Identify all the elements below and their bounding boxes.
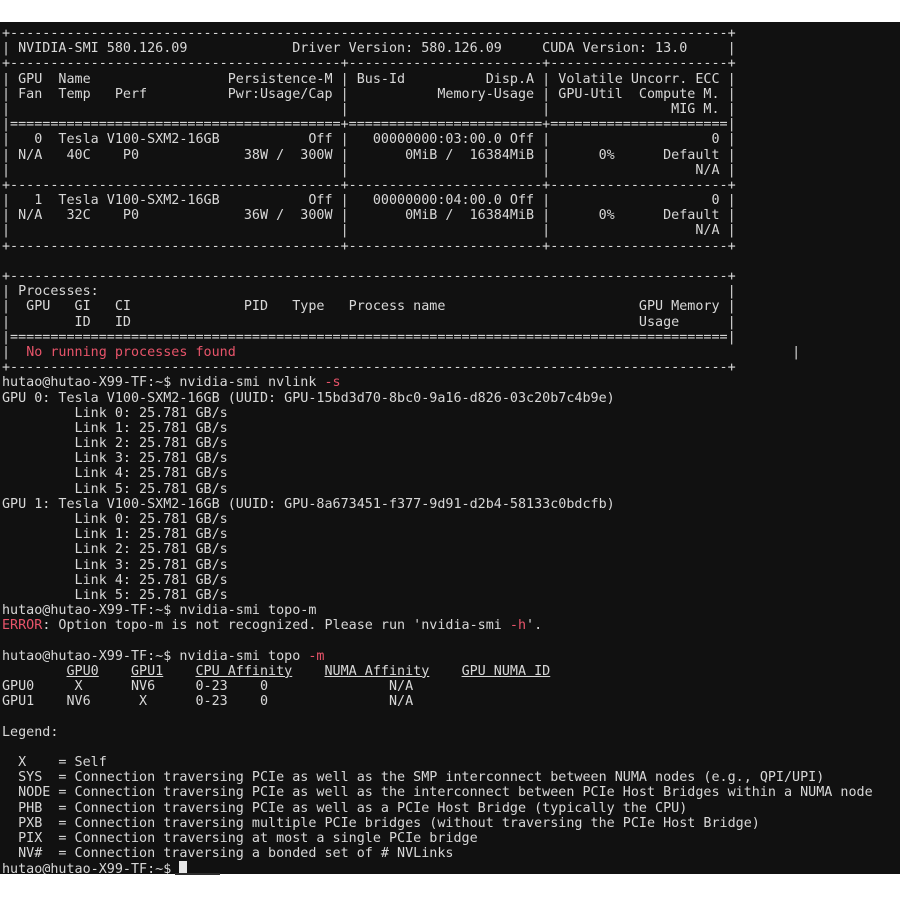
command-line-current[interactable]: hutao@hutao-X99-TF:~$ xyxy=(2,861,873,874)
gpu-1-row-2: | N/A 32C P0 36W / 300W | 0MiB / 16384Mi… xyxy=(2,208,736,224)
command-line-nvlink: hutao@hutao-X99-TF:~$ nvidia-smi nvlink … xyxy=(2,375,873,390)
legend-item: PXB = Connection traversing multiple PCI… xyxy=(2,815,760,831)
topo-col-cpu-affinity: CPU Affinity xyxy=(195,663,293,679)
gpu-table-sep-double: |=======================================… xyxy=(2,117,736,133)
topo-row: GPU1 NV6 X 0-23 0 N/A xyxy=(2,694,414,710)
topo-col-gpu-numa-id: GPU NUMA ID xyxy=(461,663,551,679)
processes-sep-top: +---------------------------------------… xyxy=(2,269,736,284)
command-flag: -s xyxy=(324,375,341,391)
shell-prompt: hutao@hutao-X99-TF:~$ xyxy=(2,375,180,391)
shell-prompt: hutao@hutao-X99-TF:~$ xyxy=(2,648,180,664)
nvlink-gpu-1-link: Link 0: 25.781 GB/s xyxy=(2,512,228,527)
error-message: : Option topo-m is not recognized. Pleas… xyxy=(42,618,510,634)
processes-title: | Processes: | xyxy=(2,284,736,300)
processes-header-2: | ID ID Usage | xyxy=(2,314,736,330)
topo-col-gpu0: GPU0 xyxy=(66,663,99,679)
legend-item: NODE = Connection traversing PCIe as wel… xyxy=(2,785,873,801)
legend-title: Legend: xyxy=(2,724,59,740)
nvlink-gpu-1-link: Link 2: 25.781 GB/s xyxy=(2,542,228,558)
gpu-table-header-3: | | | MIG M. | xyxy=(2,101,736,117)
nvlink-gpu-0-title: GPU 0: Tesla V100-SXM2-16GB (UUID: GPU-1… xyxy=(2,390,615,406)
gpu-table-row-sep: +---------------------------------------… xyxy=(2,177,736,193)
shell-prompt: hutao@hutao-X99-TF:~$ xyxy=(2,603,180,619)
gpu-table-sep-top: +---------------------------------------… xyxy=(2,56,736,72)
topo-col-numa-affinity: NUMA Affinity xyxy=(324,663,430,679)
nvlink-gpu-0-link: Link 4: 25.781 GB/s xyxy=(2,466,228,482)
terminal-output: +---------------------------------------… xyxy=(2,26,873,874)
legend-item: PIX = Connection traversing at most a si… xyxy=(2,830,478,846)
legend-item: X = Self xyxy=(2,755,107,770)
gpu-table-header-1: | GPU Name Persistence-M | Bus-Id Disp.A… xyxy=(2,71,736,87)
gpu-table-header-2: | Fan Temp Perf Pwr:Usage/Cap | Memory-U… xyxy=(2,86,736,102)
topo-col-gpu1: GPU1 xyxy=(131,663,164,679)
gpu-1-row-3: | | | N/A | xyxy=(2,223,736,239)
command-text: nvidia-smi topo-m xyxy=(179,603,317,619)
legend-item: PHB = Connection traversing PCIe as well… xyxy=(2,800,688,816)
processes-header-1: | GPU GI CI PID Type Process name GPU Me… xyxy=(2,299,736,315)
terminal-window[interactable]: +---------------------------------------… xyxy=(0,22,900,874)
gpu-0-row-1: | 0 Tesla V100-SXM2-16GB Off | 00000000:… xyxy=(2,132,736,148)
nvlink-gpu-1-link: Link 5: 25.781 GB/s xyxy=(2,587,228,603)
processes-sep-double: |=======================================… xyxy=(2,329,736,345)
divider xyxy=(175,873,220,875)
legend-item: SYS = Connection traversing PCIe as well… xyxy=(2,770,825,786)
nvlink-gpu-1-link: Link 4: 25.781 GB/s xyxy=(2,572,228,588)
nvlink-gpu-0-link: Link 3: 25.781 GB/s xyxy=(2,451,228,467)
error-line: ERROR: Option topo-m is not recognized. … xyxy=(2,618,543,634)
processes-empty-row: | No running processes found | xyxy=(2,344,801,360)
command-line-topo: hutao@hutao-X99-TF:~$ nvidia-smi topo -m xyxy=(2,649,873,664)
command-line-topo-m: hutao@hutao-X99-TF:~$ nvidia-smi topo-m xyxy=(2,603,873,618)
gpu-0-row-3: | | | N/A | xyxy=(2,162,736,178)
error-label: ERROR xyxy=(2,618,43,634)
error-flag: -h xyxy=(509,618,527,634)
nvlink-gpu-0-link: Link 1: 25.781 GB/s xyxy=(2,420,228,436)
nvlink-gpu-0-link: Link 2: 25.781 GB/s xyxy=(2,436,228,452)
no-processes-message: No running processes found xyxy=(26,344,236,360)
nvlink-gpu-0-link: Link 5: 25.781 GB/s xyxy=(2,481,228,497)
nvlink-gpu-1-link: Link 3: 25.781 GB/s xyxy=(2,557,228,573)
nvlink-gpu-0-link: Link 0: 25.781 GB/s xyxy=(2,405,228,421)
command-flag: -m xyxy=(308,648,325,664)
command-text: nvidia-smi nvlink xyxy=(179,375,325,391)
topo-header: GPU0 GPU1 CPU Affinity NUMA Affinity GPU… xyxy=(2,664,873,679)
smi-header-line: | NVIDIA-SMI 580.126.09 Driver Version: … xyxy=(2,41,736,57)
topo-row: GPU0 X NV6 0-23 0 N/A xyxy=(2,679,414,695)
nvlink-gpu-1-link: Link 1: 25.781 GB/s xyxy=(2,527,228,543)
legend-item: NV# = Connection traversing a bonded set… xyxy=(2,846,454,862)
gpu-0-row-2: | N/A 40C P0 38W / 300W | 0MiB / 16384Mi… xyxy=(2,147,736,163)
gpu-1-row-1: | 1 Tesla V100-SXM2-16GB Off | 00000000:… xyxy=(2,193,736,209)
smi-header-sep-top: +---------------------------------------… xyxy=(2,26,736,41)
processes-sep-bottom: +---------------------------------------… xyxy=(2,360,736,376)
shell-prompt: hutao@hutao-X99-TF:~$ xyxy=(2,862,180,874)
gpu-table-sep-bottom: +---------------------------------------… xyxy=(2,238,736,254)
command-text: nvidia-smi topo xyxy=(179,648,309,664)
nvlink-gpu-1-title: GPU 1: Tesla V100-SXM2-16GB (UUID: GPU-8… xyxy=(2,496,615,512)
